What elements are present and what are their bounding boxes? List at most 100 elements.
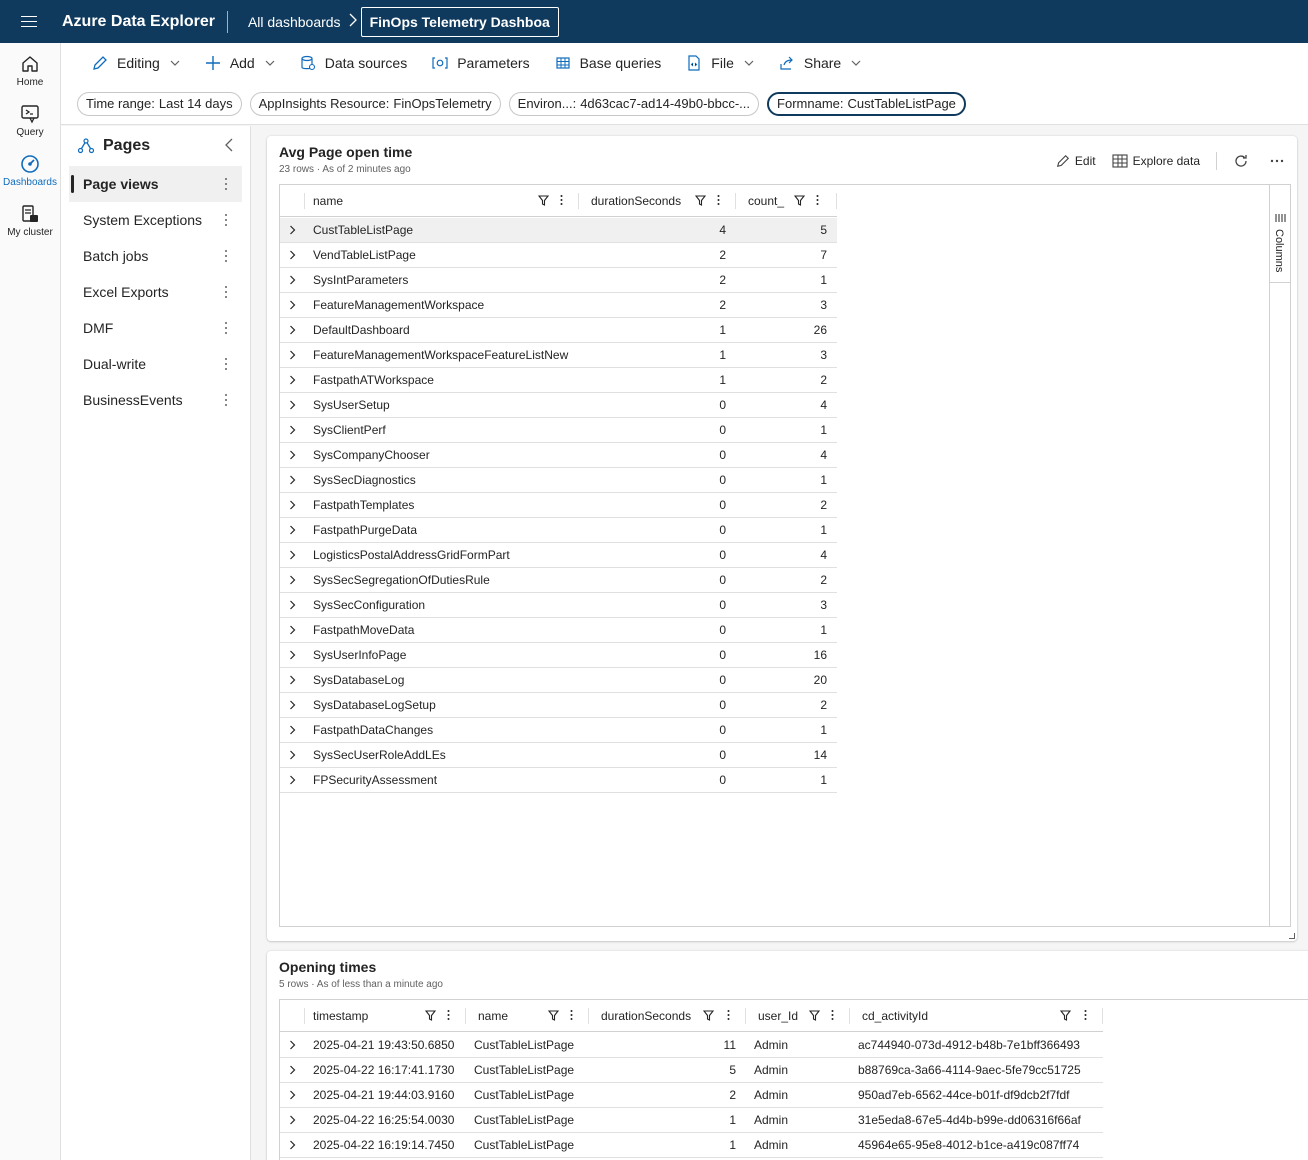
column-header-durationseconds[interactable]: durationSeconds xyxy=(589,1000,746,1032)
data-sources-button[interactable]: Data sources xyxy=(299,54,407,72)
table-row[interactable]: 2025-04-21 19:44:03.9160 CustTableListPag… xyxy=(280,1083,1103,1108)
filter-icon[interactable] xyxy=(703,1009,714,1021)
more-vertical-icon[interactable] xyxy=(224,320,228,336)
app-title[interactable]: Azure Data Explorer xyxy=(62,10,228,33)
column-header-name[interactable]: name xyxy=(305,185,579,217)
column-header-durationseconds[interactable]: durationSeconds xyxy=(579,185,736,217)
page-item-dmf[interactable]: DMF xyxy=(69,310,242,346)
expand-row-button[interactable] xyxy=(280,725,305,735)
dashboard-name[interactable]: FinOps Telemetry Dashboa xyxy=(360,6,559,37)
column-header-timestamp[interactable]: timestamp xyxy=(305,1000,466,1032)
page-item-business-events[interactable]: BusinessEvents xyxy=(69,382,242,418)
expand-row-button[interactable] xyxy=(280,250,305,260)
expand-row-button[interactable] xyxy=(280,750,305,760)
column-header-user-id[interactable]: user_Id xyxy=(746,1000,850,1032)
more-vertical-icon[interactable] xyxy=(224,284,228,300)
filter-icon[interactable] xyxy=(538,194,549,206)
table-row[interactable]: SysIntParameters 2 1 xyxy=(280,268,837,293)
column-header-cd-activityid[interactable]: cd_activityId xyxy=(850,1000,1103,1032)
expand-row-button[interactable] xyxy=(280,500,305,510)
table-row[interactable]: VendTableListPage 2 7 xyxy=(280,243,837,268)
columns-tab[interactable]: Columns xyxy=(1270,205,1290,283)
table-row[interactable]: SysUserSetup 0 4 xyxy=(280,393,837,418)
table-row[interactable]: SysSecDiagnostics 0 1 xyxy=(280,468,837,493)
rail-query[interactable]: Query xyxy=(0,93,60,143)
more-vertical-icon[interactable] xyxy=(224,248,228,264)
table-row[interactable]: DefaultDashboard 1 26 xyxy=(280,318,837,343)
expand-row-button[interactable] xyxy=(280,325,305,335)
column-menu-icon[interactable] xyxy=(560,194,563,206)
expand-row-button[interactable] xyxy=(280,375,305,385)
collapse-chevron-icon[interactable] xyxy=(224,138,234,152)
table-row[interactable]: 2025-04-22 16:25:54.0030 CustTableListPag… xyxy=(280,1108,1103,1133)
filter-icon[interactable] xyxy=(425,1009,436,1021)
table-row[interactable]: FastpathATWorkspace 1 2 xyxy=(280,368,837,393)
more-vertical-icon[interactable] xyxy=(224,356,228,372)
formname-filter[interactable]: Formname: CustTableListPage xyxy=(767,91,966,116)
table-row[interactable]: 2025-04-22 16:19:14.7450 CustTableListPag… xyxy=(280,1133,1103,1158)
table-row[interactable]: SysSecUserRoleAddLEs 0 14 xyxy=(280,743,837,768)
breadcrumb-all-dashboards[interactable]: All dashboards xyxy=(248,14,341,30)
page-item-page-views[interactable]: Page views xyxy=(69,166,242,202)
expand-row-button[interactable] xyxy=(280,425,305,435)
page-item-system-exceptions[interactable]: System Exceptions xyxy=(69,202,242,238)
more-vertical-icon[interactable] xyxy=(224,392,228,408)
table-row[interactable]: FeatureManagementWorkspaceFeatureListNew… xyxy=(280,343,837,368)
expand-row-button[interactable] xyxy=(280,1065,305,1075)
expand-row-button[interactable] xyxy=(280,1115,305,1125)
rail-home[interactable]: Home xyxy=(0,43,60,93)
column-resizer[interactable] xyxy=(836,192,837,209)
column-resizer[interactable] xyxy=(1102,1007,1103,1024)
expand-row-button[interactable] xyxy=(280,1040,305,1050)
expand-row-button[interactable] xyxy=(280,300,305,310)
table-row[interactable]: FastpathPurgeData 0 1 xyxy=(280,518,837,543)
expand-row-button[interactable] xyxy=(280,350,305,360)
table-row[interactable]: FastpathDataChanges 0 1 xyxy=(280,718,837,743)
expand-row-button[interactable] xyxy=(280,575,305,585)
edit-tile-button[interactable]: Edit xyxy=(1056,154,1096,168)
filter-icon[interactable] xyxy=(695,194,706,206)
tile-resize-handle[interactable] xyxy=(1289,933,1295,939)
more-vertical-icon[interactable] xyxy=(224,176,228,192)
expand-row-button[interactable] xyxy=(280,550,305,560)
expand-row-button[interactable] xyxy=(280,700,305,710)
expand-row-button[interactable] xyxy=(280,400,305,410)
column-menu-icon[interactable] xyxy=(727,1009,730,1021)
expand-row-button[interactable] xyxy=(280,225,305,235)
appinsights-resource-filter[interactable]: AppInsights Resource: FinOpsTelemetry xyxy=(249,91,501,116)
column-header-count[interactable]: count_ xyxy=(736,185,837,217)
filter-icon[interactable] xyxy=(809,1009,820,1021)
column-menu-icon[interactable] xyxy=(816,194,819,206)
expand-row-button[interactable] xyxy=(280,525,305,535)
more-vertical-icon[interactable] xyxy=(224,212,228,228)
table-row[interactable]: 2025-04-21 19:43:50.6850 CustTableListPag… xyxy=(280,1033,1103,1058)
explore-data-button[interactable]: Explore data xyxy=(1112,154,1200,168)
environment-filter[interactable]: Environ...: 4d63cac7-ad14-49b0-bbcc-... xyxy=(508,91,760,116)
table-row[interactable]: 2025-04-22 16:17:41.1730 CustTableListPag… xyxy=(280,1058,1103,1083)
rail-dashboards[interactable]: Dashboards xyxy=(0,143,60,193)
filter-icon[interactable] xyxy=(548,1009,559,1021)
editing-button[interactable]: Editing xyxy=(91,54,180,72)
table-row[interactable]: SysClientPerf 0 1 xyxy=(280,418,837,443)
expand-row-button[interactable] xyxy=(280,450,305,460)
table-row[interactable]: SysSecConfiguration 0 3 xyxy=(280,593,837,618)
column-menu-icon[interactable] xyxy=(831,1009,834,1021)
expand-row-button[interactable] xyxy=(280,775,305,785)
expand-row-button[interactable] xyxy=(280,625,305,635)
table-row[interactable]: SysDatabaseLog 0 20 xyxy=(280,668,837,693)
parameters-button[interactable]: Parameters xyxy=(431,54,530,72)
column-menu-icon[interactable] xyxy=(447,1009,450,1021)
table-row[interactable]: FastpathMoveData 0 1 xyxy=(280,618,837,643)
share-button[interactable]: Share xyxy=(778,54,861,72)
expand-row-button[interactable] xyxy=(280,1140,305,1150)
refresh-button[interactable] xyxy=(1233,153,1254,169)
table-row[interactable]: SysCompanyChooser 0 4 xyxy=(280,443,837,468)
table-row[interactable]: FPSecurityAssessment 0 1 xyxy=(280,768,837,793)
time-range-filter[interactable]: Time range: Last 14 days xyxy=(77,91,242,116)
table-row[interactable]: FeatureManagementWorkspace 2 3 xyxy=(280,293,837,318)
table-row[interactable]: SysSecSegregationOfDutiesRule 0 2 xyxy=(280,568,837,593)
table-row[interactable]: CustTableListPage 4 5 xyxy=(280,218,837,243)
filter-icon[interactable] xyxy=(1060,1009,1071,1021)
file-button[interactable]: File xyxy=(685,54,754,72)
rail-my-cluster[interactable]: My cluster xyxy=(0,193,60,243)
